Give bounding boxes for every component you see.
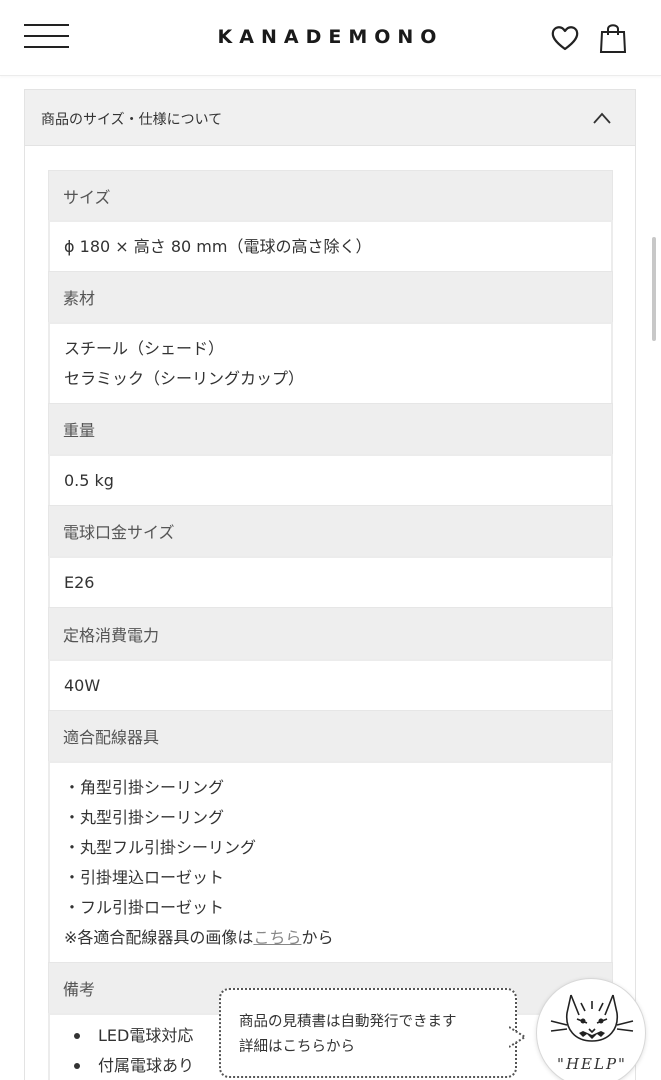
spec-table: サイズ ϕ 180 × 高さ 80 mm（電球の高さ除く） 素材 スチール（シェ… bbox=[48, 170, 613, 1080]
fixture-item: ・引掛埋込ローゼット bbox=[64, 867, 225, 887]
heart-icon[interactable] bbox=[550, 24, 580, 52]
spec-value-power: 40W bbox=[48, 659, 613, 710]
fixture-images-link[interactable]: こちら bbox=[253, 928, 301, 947]
spec-value-material: スチール（シェード） セラミック（シーリングカップ） bbox=[48, 322, 613, 403]
material-shade: スチール（シェード） bbox=[64, 338, 225, 358]
shopping-bag-icon[interactable] bbox=[598, 22, 628, 54]
remark-text: LED電球対応 bbox=[98, 1026, 194, 1045]
fixture-item: ・丸型引掛シーリング bbox=[64, 807, 225, 827]
spec-value-fixture: ・角型引掛シーリング ・丸型引掛シーリング ・丸型フル引掛シーリング ・引掛埋込… bbox=[48, 761, 613, 962]
spec-value-size: ϕ 180 × 高さ 80 mm（電球の高さ除く） bbox=[48, 220, 613, 271]
spec-label-socket: 電球口金サイズ bbox=[48, 505, 613, 556]
weight-value: 0.5 kg bbox=[64, 470, 114, 490]
spec-label-weight: 重量 bbox=[48, 403, 613, 454]
power-value: 40W bbox=[64, 675, 101, 695]
balloon-pointer-icon bbox=[509, 1026, 527, 1048]
spec-label-fixture: 適合配線器具 bbox=[48, 710, 613, 761]
material-cup: セラミック（シーリングカップ） bbox=[64, 368, 305, 388]
spec-label-material: 素材 bbox=[48, 271, 613, 322]
spec-value-weight: 0.5 kg bbox=[48, 454, 613, 505]
remark-text: 付属電球あり bbox=[98, 1056, 195, 1075]
fixture-note-suffix: から bbox=[301, 927, 334, 947]
chevron-up-icon[interactable] bbox=[593, 112, 611, 124]
bullet-dot bbox=[74, 1033, 80, 1039]
chat-tip-line-1: 商品の見積書は自動発行できます bbox=[239, 1014, 457, 1030]
page-scrollbar[interactable] bbox=[652, 237, 656, 341]
fixture-note-prefix: ※各適合配線器具の画像は bbox=[64, 927, 254, 947]
spec-label-size: サイズ bbox=[48, 170, 613, 220]
site-header: KANADEMONO bbox=[0, 0, 661, 76]
spec-accordion: 商品のサイズ・仕様について サイズ ϕ 180 × 高さ 80 mm（電球の高さ… bbox=[24, 89, 636, 1080]
fixture-item: ・角型引掛シーリング bbox=[64, 777, 225, 797]
help-label: "HELP" bbox=[557, 1055, 627, 1073]
fixture-item: ・フル引掛ローゼット bbox=[64, 897, 225, 917]
chat-tip-balloon[interactable]: 商品の見積書は自動発行できます 詳細はこちらから bbox=[219, 988, 517, 1078]
fixture-note: ※各適合配線器具の画像はこちらから bbox=[64, 923, 597, 953]
chat-tip-line-2: 詳細はこちらから bbox=[239, 1039, 355, 1055]
socket-value: E26 bbox=[64, 572, 95, 592]
bullet-dot bbox=[74, 1063, 80, 1069]
help-button[interactable]: "HELP" bbox=[536, 978, 646, 1080]
fixture-item: ・丸型フル引掛シーリング bbox=[64, 837, 257, 857]
size-value: ϕ 180 × 高さ 80 mm（電球の高さ除く） bbox=[64, 236, 372, 256]
spec-value-socket: E26 bbox=[48, 556, 613, 607]
spec-label-power: 定格消費電力 bbox=[48, 607, 613, 659]
accordion-title: 商品のサイズ・仕様について bbox=[41, 112, 223, 128]
accordion-header[interactable]: 商品のサイズ・仕様について bbox=[25, 90, 635, 146]
